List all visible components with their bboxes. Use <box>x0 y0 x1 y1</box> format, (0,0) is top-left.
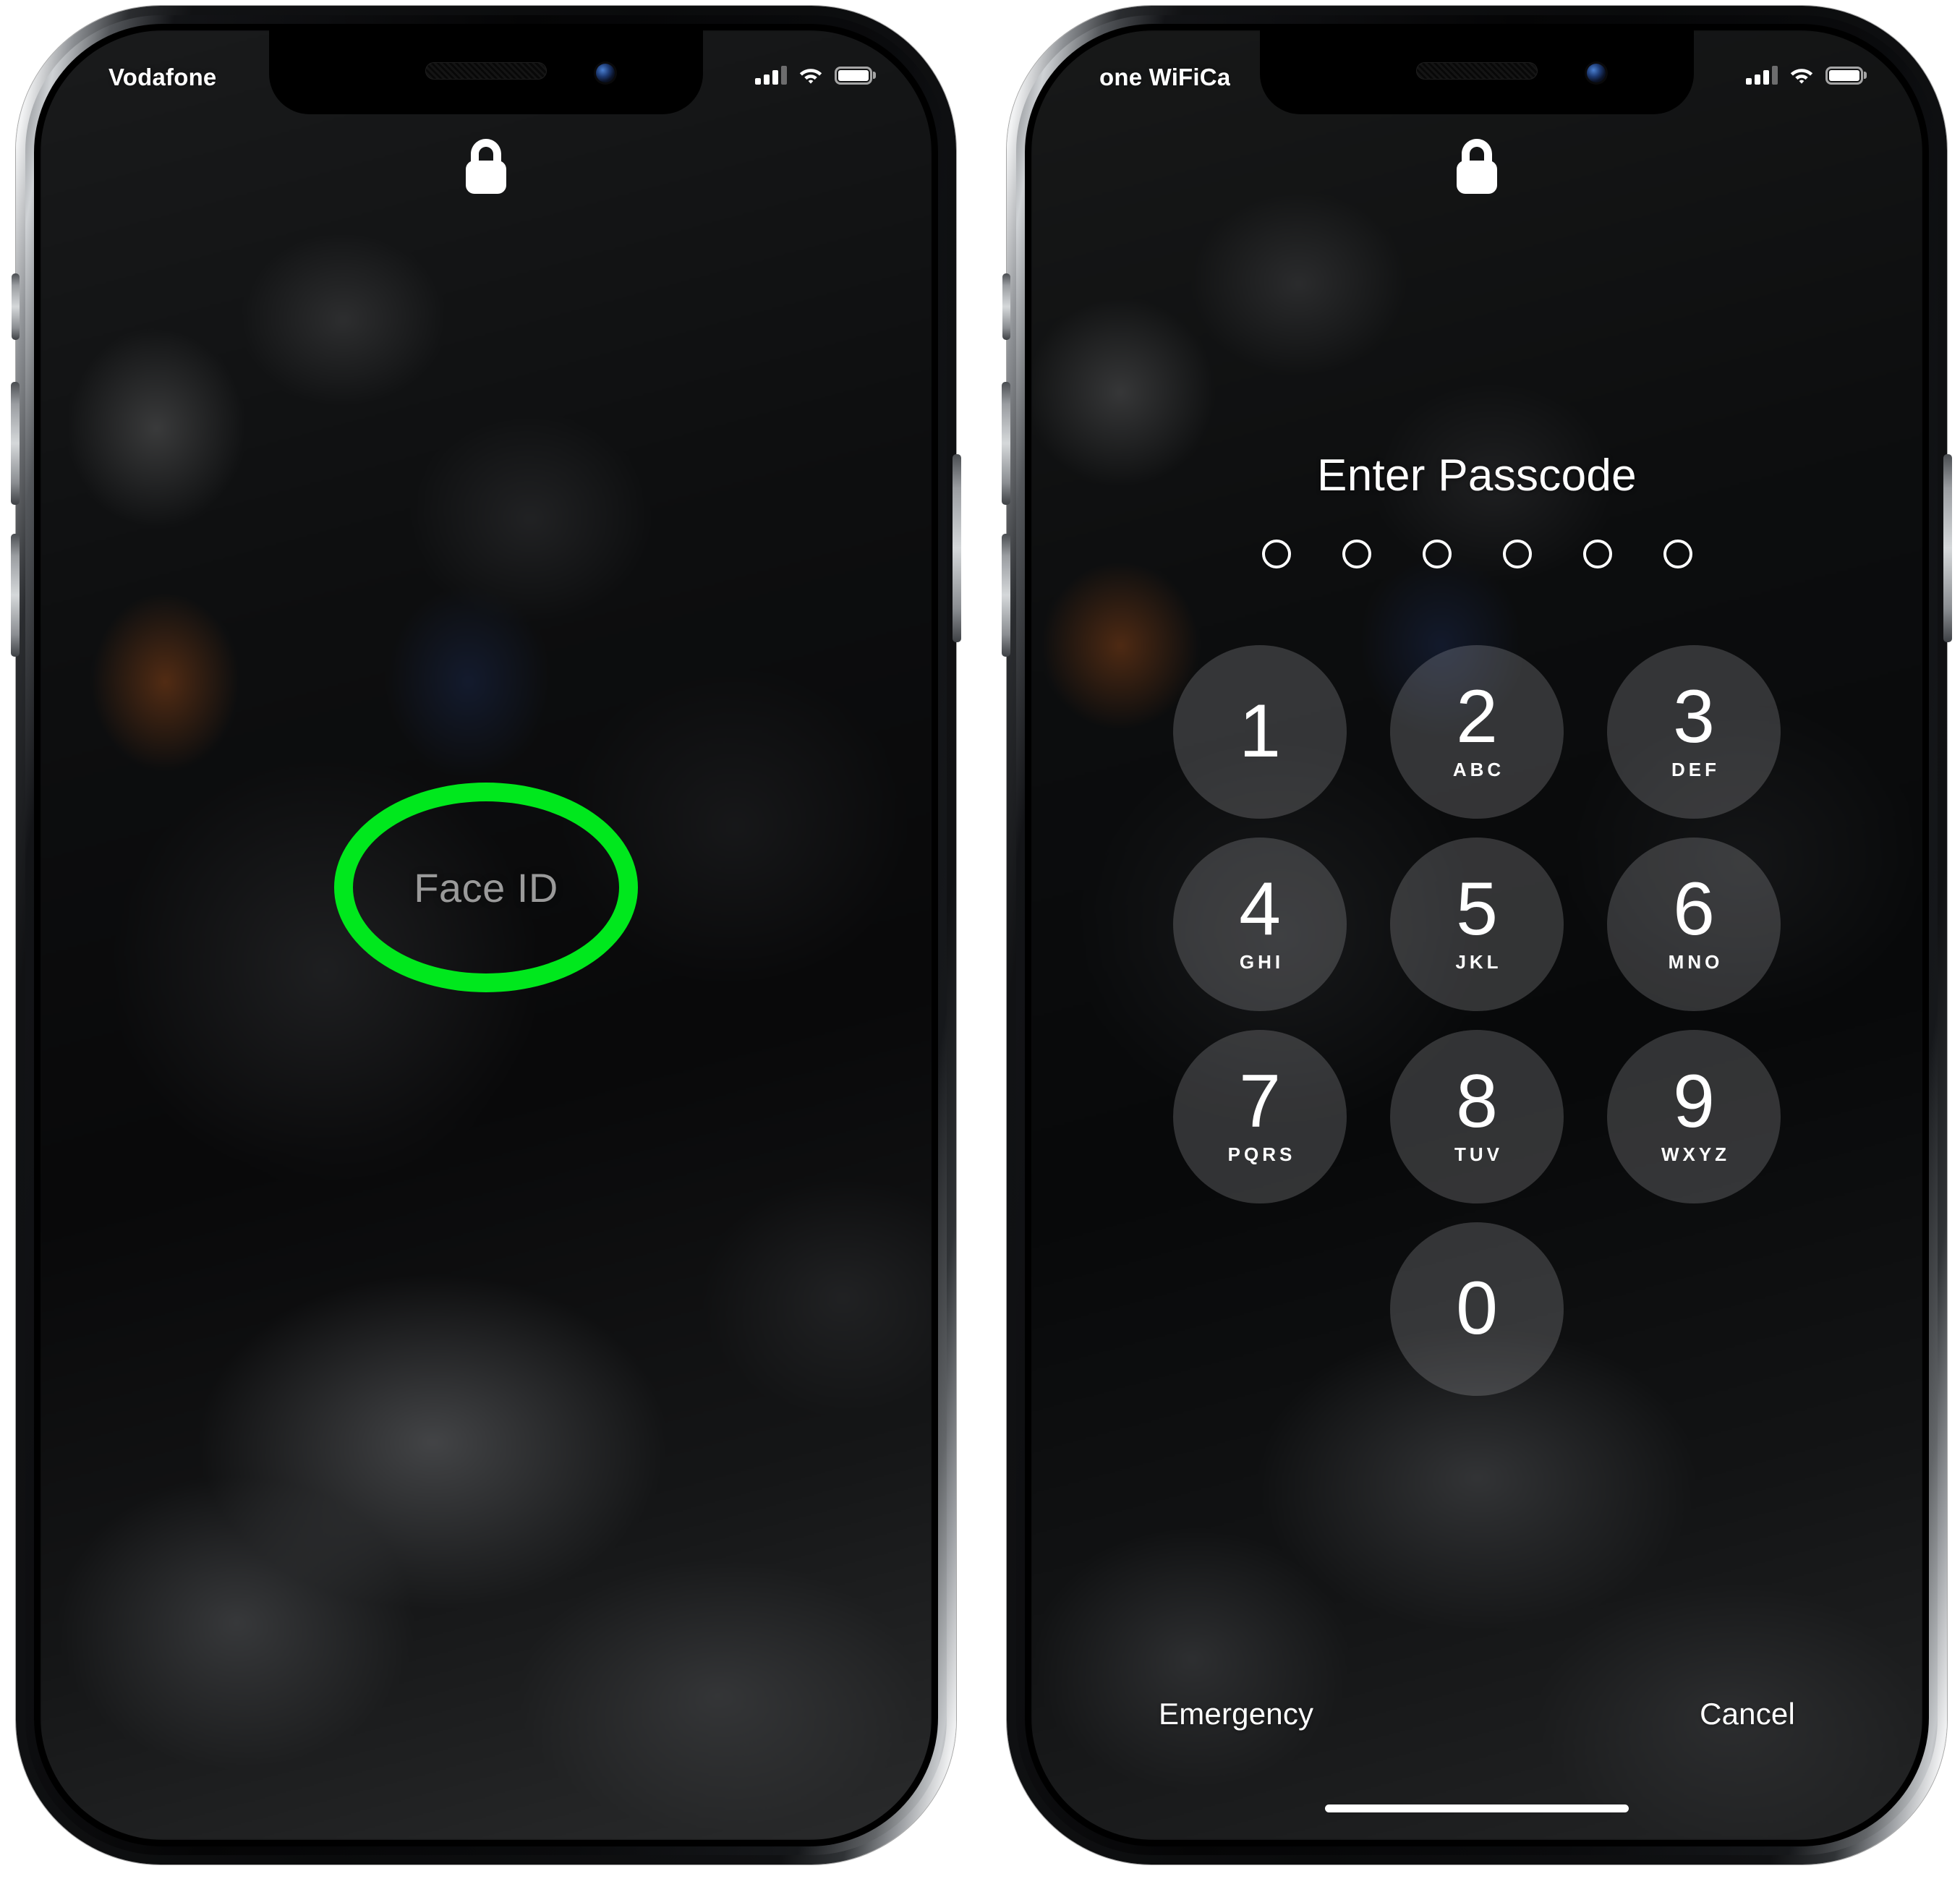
keypad-key-number: 6 <box>1673 866 1715 951</box>
emergency-button[interactable]: Emergency <box>1159 1697 1313 1731</box>
passcode-dot <box>1422 540 1452 568</box>
lock-closed-icon-left <box>461 136 511 200</box>
notch-right <box>1260 30 1694 114</box>
volume-down-button-right[interactable] <box>1002 534 1010 657</box>
power-button-left[interactable] <box>953 454 961 642</box>
keypad-key-letters: TUV <box>1454 1143 1503 1166</box>
lock-closed-icon-right <box>1452 136 1502 200</box>
keypad-key-letters: DEF <box>1671 759 1720 781</box>
keypad-key-number: 4 <box>1239 866 1281 951</box>
passcode-dot <box>1663 540 1692 568</box>
earpiece-speaker-icon-right <box>1416 62 1538 80</box>
keypad-key-0[interactable]: 0 <box>1390 1222 1564 1396</box>
home-indicator[interactable] <box>1325 1804 1629 1812</box>
keypad-key-3[interactable]: 3 DEF <box>1607 645 1781 819</box>
screen-left: Vodafone Face ID <box>41 30 932 1840</box>
keypad-key-letters: MNO <box>1668 951 1723 973</box>
keypad-key-8[interactable]: 8 TUV <box>1390 1030 1564 1203</box>
silent-switch-left[interactable] <box>12 273 20 340</box>
keypad-key-letters: ABC <box>1452 759 1505 781</box>
passcode-dots <box>1031 540 1922 568</box>
keypad-key-number: 0 <box>1456 1266 1498 1351</box>
front-camera-icon-right <box>1587 64 1606 82</box>
cancel-button[interactable]: Cancel <box>1700 1697 1795 1731</box>
keypad-key-1[interactable]: 1 <box>1173 645 1347 819</box>
keypad-key-9[interactable]: 9 WXYZ <box>1607 1030 1781 1203</box>
passcode-dot <box>1502 540 1532 568</box>
volume-down-button-left[interactable] <box>11 534 20 657</box>
keypad-key-5[interactable]: 5 JKL <box>1390 838 1564 1011</box>
volume-up-button-right[interactable] <box>1002 382 1010 505</box>
keypad-key-number: 7 <box>1239 1059 1281 1143</box>
notch-left <box>269 30 703 114</box>
silent-switch-right[interactable] <box>1002 273 1010 340</box>
passcode-dot <box>1582 540 1612 568</box>
volume-up-button-left[interactable] <box>11 382 20 505</box>
phone-device-right: one WiFiCa Enter Passcode 1 2 ABC 3 DEF … <box>1002 6 1952 1865</box>
face-id-region[interactable]: Face ID <box>331 779 642 996</box>
keypad-key-6[interactable]: 6 MNO <box>1607 838 1781 1011</box>
keypad-key-number: 9 <box>1673 1059 1715 1143</box>
keypad-key-4[interactable]: 4 GHI <box>1173 838 1347 1011</box>
keypad-key-letters: WXYZ <box>1661 1143 1731 1166</box>
screenshot-canvas: Vodafone Face ID one WiFiCa Enter Passco… <box>0 0 1960 1892</box>
passcode-bottom-actions: Emergency Cancel <box>1031 1697 1922 1731</box>
screen-right: one WiFiCa Enter Passcode 1 2 ABC 3 DEF … <box>1031 30 1922 1840</box>
keypad-key-number: 8 <box>1456 1059 1498 1143</box>
face-id-label: Face ID <box>414 864 558 911</box>
passcode-keypad: 1 2 ABC 3 DEF 4 GHI 5 JKL 6 MNO 7 PQRS 8… <box>1151 645 1802 1396</box>
keypad-key-letters: GHI <box>1239 951 1284 973</box>
keypad-key-2[interactable]: 2 ABC <box>1390 645 1564 819</box>
earpiece-speaker-icon-left <box>425 62 547 80</box>
power-button-right[interactable] <box>1943 454 1952 642</box>
keypad-key-letters: JKL <box>1455 951 1502 973</box>
phone-device-left: Vodafone Face ID <box>11 6 961 1865</box>
keypad-key-number: 2 <box>1456 674 1498 759</box>
front-camera-icon-left <box>596 64 615 82</box>
passcode-dot <box>1261 540 1291 568</box>
keypad-key-number: 5 <box>1456 866 1498 951</box>
keypad-key-number: 3 <box>1673 674 1715 759</box>
keypad-key-number: 1 <box>1239 689 1281 774</box>
enter-passcode-title: Enter Passcode <box>1317 451 1637 500</box>
keypad-key-7[interactable]: 7 PQRS <box>1173 1030 1347 1203</box>
passcode-dot <box>1342 540 1371 568</box>
keypad-key-letters: PQRS <box>1227 1143 1296 1166</box>
